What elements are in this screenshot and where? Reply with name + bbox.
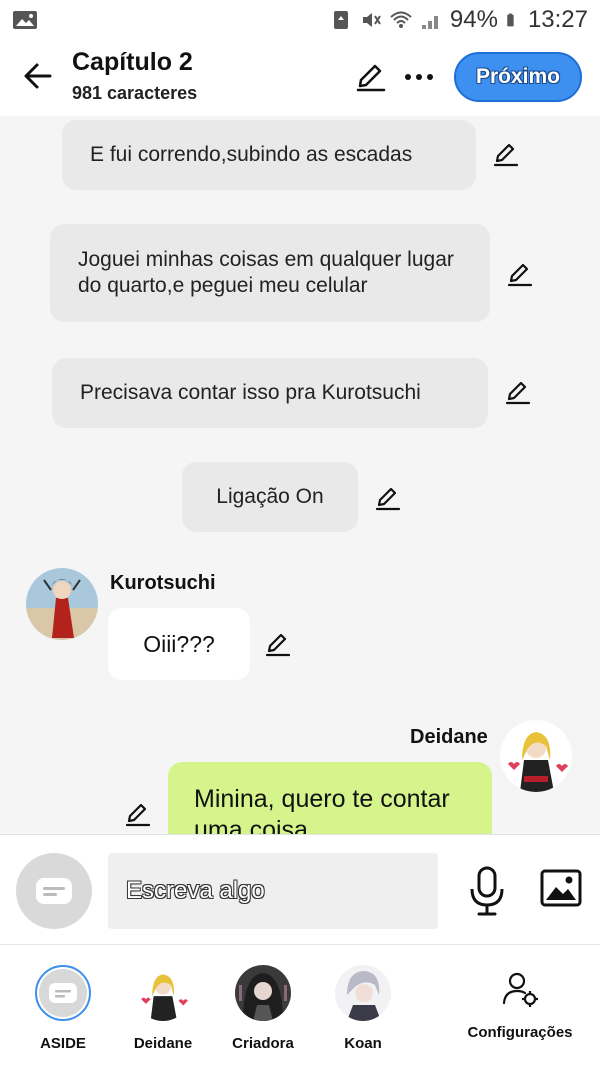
edit-pencil-icon[interactable] (124, 800, 152, 828)
edit-pencil-icon[interactable] (264, 630, 292, 658)
status-bar: 94% 13:27 (0, 0, 600, 40)
narration-text: E fui correndo,subindo as escadas (90, 142, 413, 166)
more-options-button[interactable] (402, 60, 436, 94)
narration-text: Precisava contar isso pra Kurotsuchi (80, 380, 421, 404)
message-input[interactable] (108, 853, 438, 929)
page-title: Capítulo 2 (72, 48, 193, 76)
narration-text: Ligação On (216, 484, 324, 508)
more-dots-icon (405, 74, 433, 80)
edit-title-pencil-icon[interactable] (354, 60, 388, 94)
edit-pencil-icon[interactable] (506, 260, 534, 288)
deidane-avatar (135, 965, 191, 1021)
character-bar: ASIDE Deidane Criadora Koan Configuraçõe… (0, 944, 600, 1067)
character-portrait-icon (26, 568, 98, 640)
narration-message[interactable]: Ligação On (182, 462, 358, 532)
character-portrait-icon (235, 965, 291, 1021)
character-koan[interactable]: Koan (318, 965, 408, 1052)
battery-icon (507, 13, 514, 27)
aside-avatar (35, 965, 91, 1021)
message-composer (0, 834, 600, 944)
sender-name: Deidane (410, 726, 488, 748)
character-portrait-icon (335, 965, 391, 1021)
criadora-avatar (235, 965, 291, 1021)
selected-character-button[interactable] (16, 853, 92, 929)
message-text: Minina, quero te contar uma coisa (194, 785, 450, 834)
clock: 13:27 (527, 6, 588, 33)
battery-percent: 94% (449, 6, 498, 33)
character-portrait-icon (135, 965, 191, 1021)
character-label: Koan (344, 1035, 382, 1052)
settings-button[interactable]: Configurações (464, 969, 576, 1041)
narration-message[interactable]: Precisava contar isso pra Kurotsuchi (52, 358, 488, 428)
koan-avatar (335, 965, 391, 1021)
arrow-left-icon (24, 63, 52, 89)
signal-icon (421, 16, 438, 29)
character-label: Criadora (232, 1035, 294, 1052)
deidane-avatar[interactable] (500, 720, 572, 792)
narration-text: Joguei minhas coisas em qualquer lugar d… (78, 247, 454, 297)
message-text: Oiii??? (143, 630, 215, 657)
edit-pencil-icon[interactable] (492, 140, 520, 168)
character-deidane[interactable]: Deidane (118, 965, 208, 1052)
title-block: Capítulo 2 981 caracteres (72, 48, 197, 104)
chat-bubble[interactable]: Oiii??? (108, 608, 250, 680)
character-label: Deidane (133, 1035, 193, 1052)
next-button[interactable]: Próximo (454, 52, 582, 102)
character-label: ASIDE (40, 1035, 86, 1052)
edit-pencil-icon[interactable] (374, 484, 402, 512)
character-count: 981 caracteres (72, 83, 198, 103)
character-aside[interactable]: ASIDE (18, 965, 108, 1052)
narrator-chat-icon (36, 878, 72, 904)
user-settings-icon (502, 972, 538, 1007)
chat-bubble[interactable]: Minina, quero te contar uma coisa (168, 762, 492, 834)
mute-icon (362, 13, 381, 27)
narration-message[interactable]: E fui correndo,subindo as escadas (62, 120, 476, 190)
kurotsuchi-avatar[interactable] (26, 568, 98, 640)
wifi-icon (390, 11, 412, 28)
narrator-chat-icon (49, 983, 77, 1003)
microphone-icon[interactable] (466, 865, 508, 917)
gallery-notification-icon (13, 11, 37, 29)
image-upload-icon[interactable] (540, 867, 582, 909)
recycle-icon (333, 11, 348, 29)
character-portrait-icon (500, 720, 572, 792)
character-criadora[interactable]: Criadora (218, 965, 308, 1052)
edit-pencil-icon[interactable] (504, 378, 532, 406)
settings-label: Configurações (467, 1024, 573, 1041)
sender-name: Kurotsuchi (110, 572, 216, 594)
chat-area[interactable]: E fui correndo,subindo as escadas Joguei… (0, 116, 600, 834)
back-button[interactable] (18, 56, 58, 96)
narration-message[interactable]: Joguei minhas coisas em qualquer lugar d… (50, 224, 490, 322)
chapter-header: Capítulo 2 981 caracteres Próximo (0, 40, 600, 116)
